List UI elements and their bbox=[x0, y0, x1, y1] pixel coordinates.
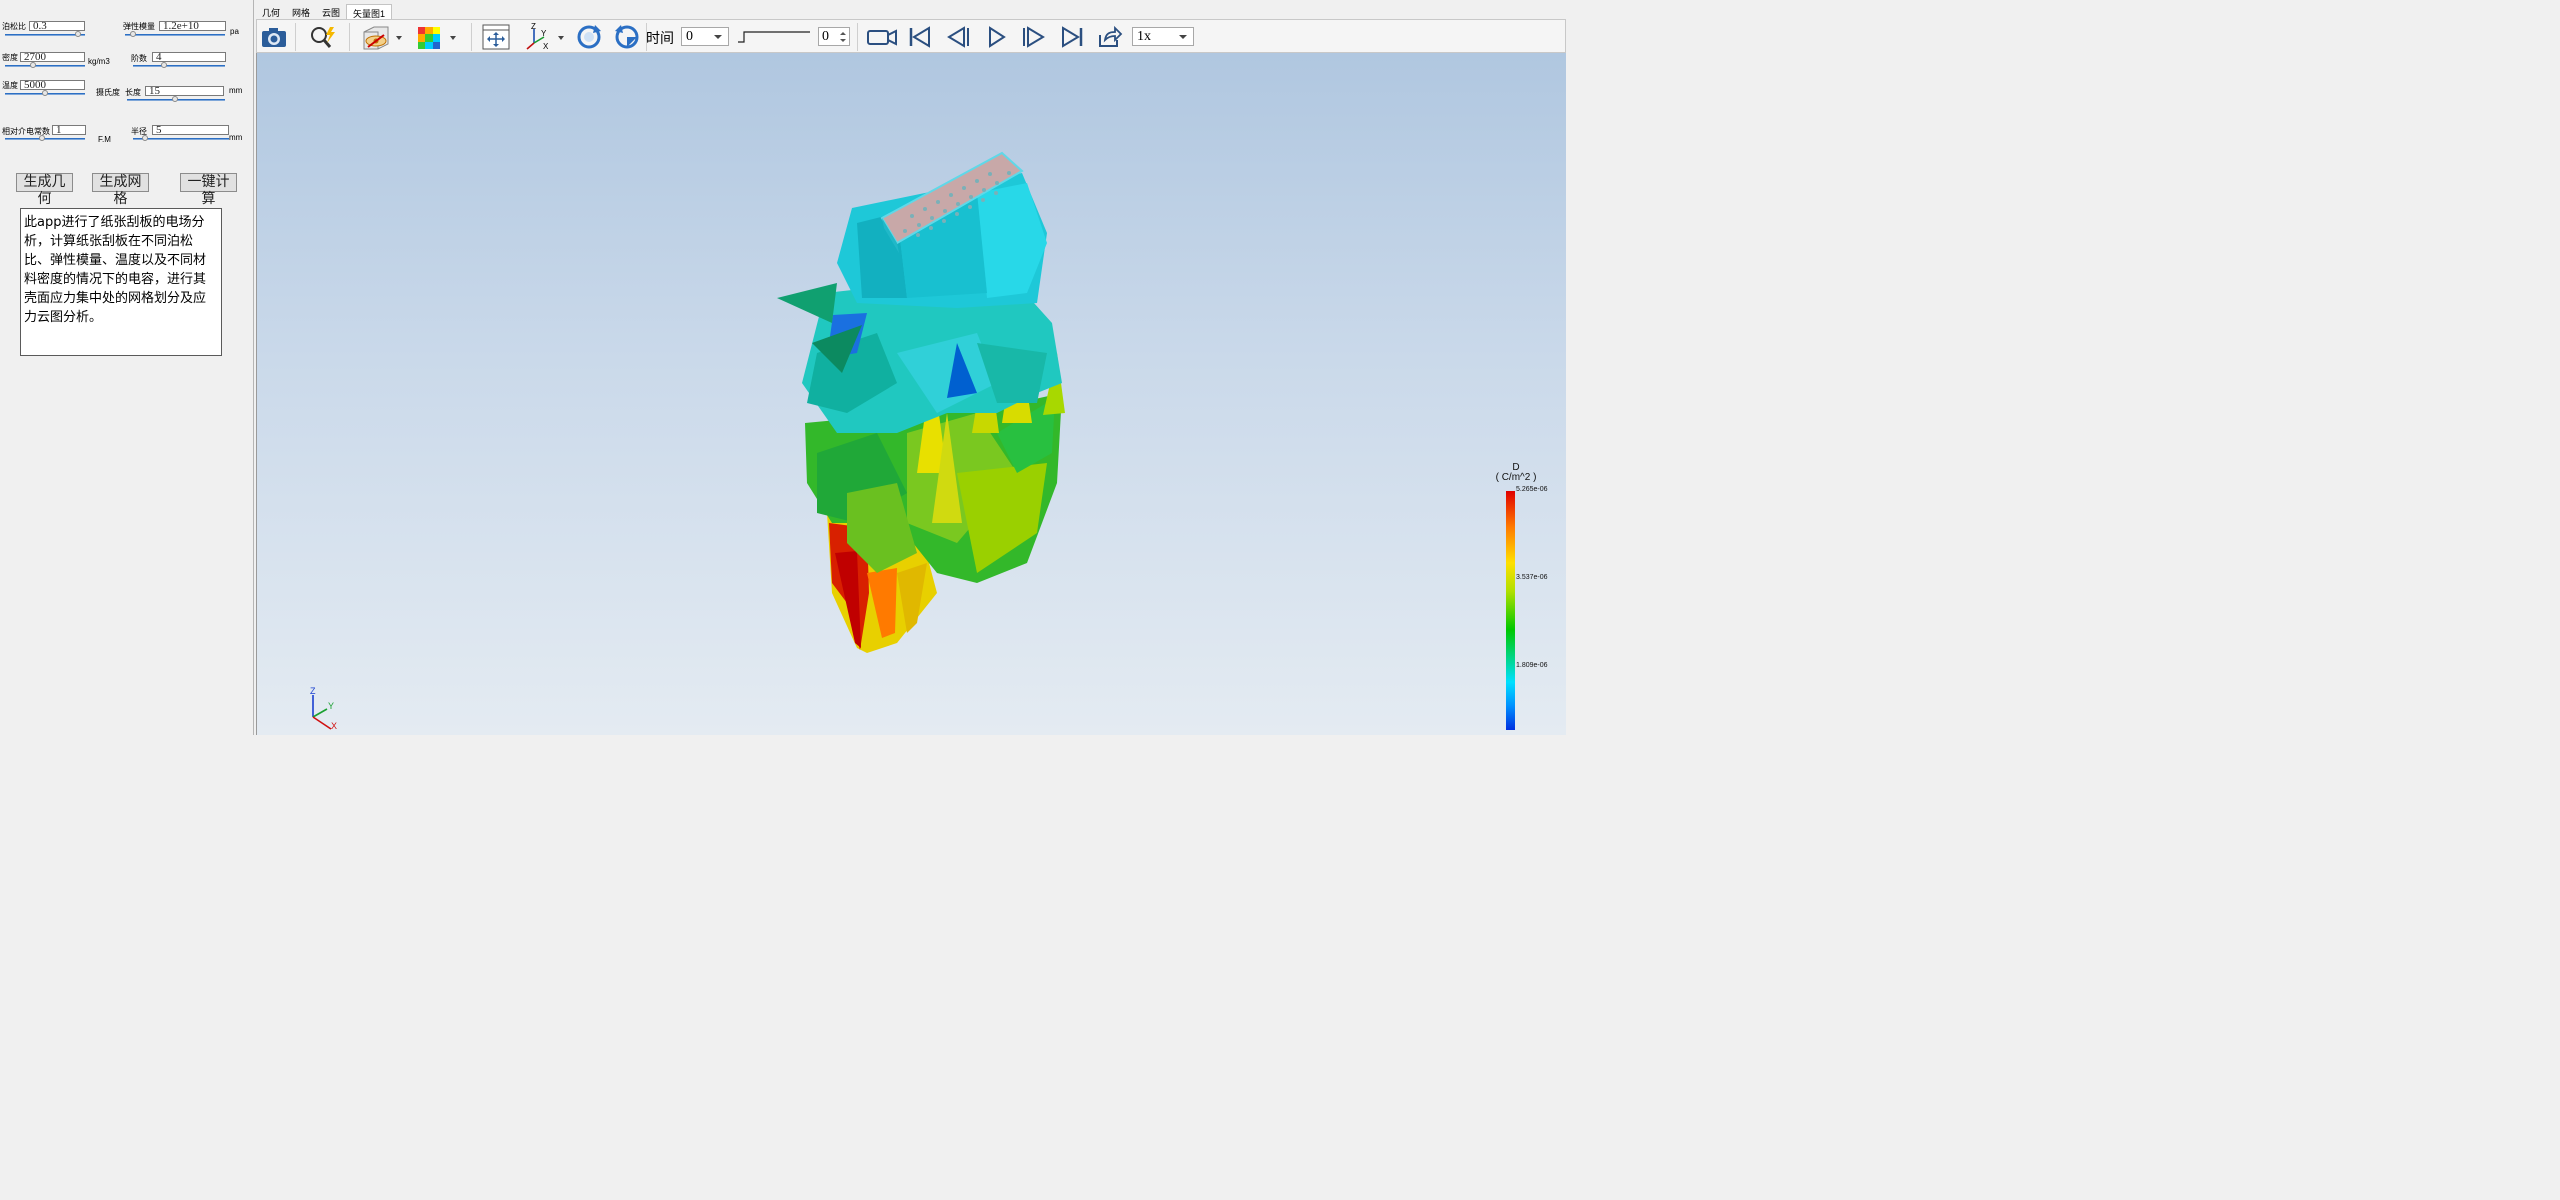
color-bar bbox=[1506, 491, 1515, 730]
speed-select-value: 1x bbox=[1137, 29, 1151, 44]
compute-button[interactable]: 一键计算 bbox=[180, 173, 237, 207]
legend-max-label: 5.265e-06 bbox=[1516, 486, 1548, 493]
prev-frame-icon[interactable] bbox=[943, 23, 973, 51]
permittivity-input[interactable]: 1 bbox=[52, 125, 86, 135]
spin-down-icon[interactable] bbox=[840, 39, 846, 42]
permittivity-unit: F.M bbox=[98, 135, 111, 144]
orientation-axes: Z Y X bbox=[310, 686, 337, 731]
length-unit: mm bbox=[229, 86, 243, 95]
axis-y-line bbox=[312, 708, 328, 718]
export-icon[interactable] bbox=[1095, 23, 1125, 51]
app-window: 泊松比 0.3 弹性模量 1.2e+10 pa 密度 2700 kg/m3 阶数… bbox=[0, 0, 1568, 735]
tab-contour[interactable]: 云图 bbox=[316, 4, 346, 20]
legend-mid-label: 3.537e-06 bbox=[1516, 574, 1548, 581]
generate-mesh-button[interactable]: 生成网格 bbox=[92, 173, 149, 207]
radius-input[interactable]: 5 bbox=[152, 125, 229, 135]
radius-slider[interactable] bbox=[133, 135, 229, 143]
axis-y-label: Y bbox=[328, 701, 334, 711]
temperature-slider[interactable] bbox=[5, 90, 85, 98]
fit-view-icon[interactable] bbox=[481, 23, 511, 51]
description-text: 此app进行了纸张刮板的电场分析，计算纸张刮板在不同泊松比、弹性模量、温度以及不… bbox=[20, 208, 222, 356]
axis-z-label: Z bbox=[310, 686, 316, 696]
frame-spinbox[interactable]: 0 bbox=[818, 27, 850, 46]
axes-icon[interactable]: ZYX bbox=[521, 23, 569, 51]
tab-geometry[interactable]: 几何 bbox=[256, 4, 286, 20]
poisson-slider[interactable] bbox=[5, 31, 85, 39]
svg-text:Z: Z bbox=[531, 23, 536, 31]
modulus-slider[interactable] bbox=[125, 31, 225, 39]
order-input[interactable]: 4 bbox=[152, 52, 226, 62]
permittivity-slider[interactable] bbox=[5, 135, 85, 143]
chevron-down-icon bbox=[714, 35, 722, 39]
toolbar: ZYX 时间 0 0 1x bbox=[256, 19, 1566, 53]
colormap-icon[interactable] bbox=[413, 23, 459, 51]
length-input[interactable]: 15 bbox=[145, 86, 224, 96]
visibility-icon[interactable] bbox=[359, 23, 405, 51]
svg-text:X: X bbox=[543, 42, 549, 51]
rotate-cw-icon[interactable] bbox=[573, 23, 605, 51]
tab-bar: 几何 网格 云图 矢量图1 bbox=[256, 4, 393, 20]
rotate-ccw-icon[interactable] bbox=[611, 23, 643, 51]
time-label: 时间 bbox=[646, 31, 674, 47]
length-slider[interactable] bbox=[127, 96, 225, 104]
zoom-icon[interactable] bbox=[307, 23, 339, 51]
celsius-label: 摄氏度 bbox=[96, 88, 120, 97]
modulus-input[interactable]: 1.2e+10 bbox=[159, 21, 226, 31]
axis-x-line bbox=[312, 716, 332, 730]
radius-unit: mm bbox=[229, 133, 243, 142]
svg-text:Y: Y bbox=[541, 29, 547, 38]
play-icon[interactable] bbox=[981, 23, 1011, 51]
axis-x-label: X bbox=[331, 721, 337, 731]
density-unit: kg/m3 bbox=[88, 57, 110, 66]
density-slider[interactable] bbox=[5, 62, 85, 70]
density-input[interactable]: 2700 bbox=[20, 52, 85, 62]
order-slider[interactable] bbox=[133, 62, 225, 70]
generate-geometry-button[interactable]: 生成几何 bbox=[16, 173, 73, 207]
last-frame-icon[interactable] bbox=[1057, 23, 1087, 51]
camera-icon[interactable] bbox=[259, 23, 289, 51]
poisson-input[interactable]: 0.3 bbox=[29, 21, 85, 31]
time-slider[interactable] bbox=[735, 23, 813, 51]
legend-unit: ( C/m^2 ) bbox=[1495, 472, 1537, 483]
time-select[interactable]: 0 bbox=[681, 27, 729, 46]
temperature-input[interactable]: 5000 bbox=[20, 80, 85, 90]
chevron-down-icon bbox=[1179, 35, 1187, 39]
frame-spinbox-value: 0 bbox=[822, 29, 829, 44]
first-frame-icon[interactable] bbox=[905, 23, 935, 51]
tab-mesh[interactable]: 网格 bbox=[286, 4, 316, 20]
3d-viewport[interactable]: D ( C/m^2 ) 5.265e-06 3.537e-06 1.809e-0… bbox=[256, 53, 1566, 735]
legend-low-label: 1.809e-06 bbox=[1516, 662, 1548, 669]
tab-vector[interactable]: 矢量图1 bbox=[346, 4, 393, 20]
time-select-value: 0 bbox=[686, 29, 693, 44]
record-icon[interactable] bbox=[865, 23, 899, 51]
spin-up-icon[interactable] bbox=[840, 32, 846, 35]
next-frame-icon[interactable] bbox=[1019, 23, 1049, 51]
speed-select[interactable]: 1x bbox=[1132, 27, 1194, 46]
parameter-panel: 泊松比 0.3 弹性模量 1.2e+10 pa 密度 2700 kg/m3 阶数… bbox=[0, 0, 254, 735]
field-model-render bbox=[777, 151, 1065, 653]
modulus-unit: pa bbox=[230, 27, 239, 36]
